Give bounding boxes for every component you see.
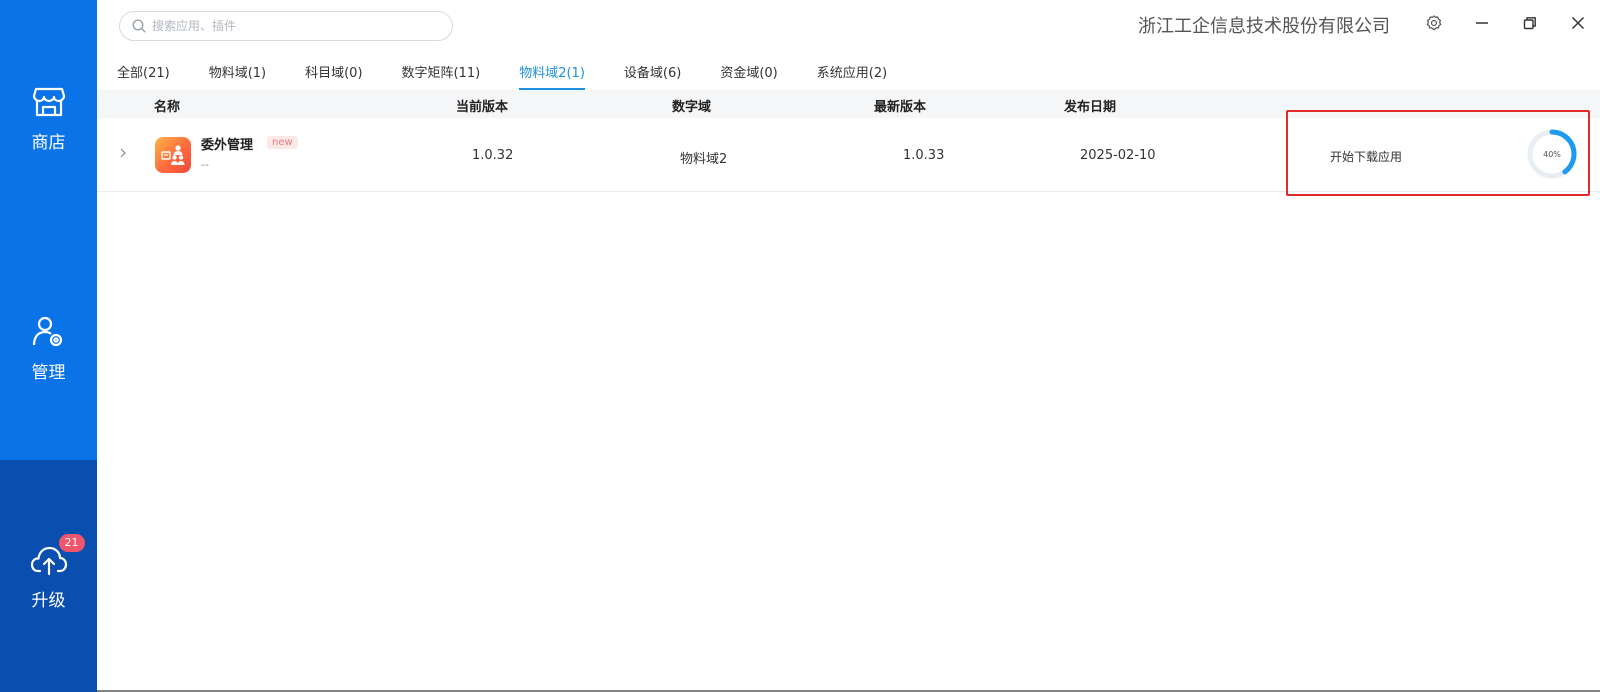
sidebar-item-label: 商店 (31, 133, 66, 153)
minimize-icon (1476, 22, 1488, 24)
sidebar-item-store[interactable]: 商店 (0, 82, 97, 153)
upgrade-count-badge: 21 (58, 534, 85, 552)
gear-icon (1426, 15, 1442, 31)
app-domain: 物料域2 (680, 152, 728, 167)
tab-digital-matrix[interactable]: 数字矩阵(11) (402, 62, 481, 90)
close-icon (1571, 16, 1585, 30)
current-version: 1.0.32 (472, 148, 514, 163)
new-badge: new (267, 136, 298, 149)
tab-system-apps[interactable]: 系统应用(2) (817, 62, 887, 90)
app-description: -- (201, 158, 209, 171)
close-button[interactable] (1566, 11, 1590, 35)
column-header-current-version: 当前版本 (456, 100, 509, 115)
column-header-name: 名称 (154, 100, 181, 115)
column-header-domain: 数字域 (672, 100, 712, 115)
sidebar: 商店 管理 21 升级 (0, 0, 97, 692)
column-header-release-date: 发布日期 (1064, 100, 1117, 115)
tab-subject-domain[interactable]: 科目域(0) (305, 62, 362, 90)
user-settings-icon (29, 312, 69, 352)
app-name: 委外管理 (201, 138, 254, 153)
settings-button[interactable] (1422, 11, 1446, 35)
store-icon (29, 82, 69, 122)
release-date: 2025-02-10 (1080, 148, 1156, 163)
download-status-text: 开始下载应用 (1330, 150, 1403, 164)
tab-material-domain[interactable]: 物料域(1) (209, 62, 266, 90)
search-input[interactable] (152, 19, 432, 33)
tab-material-domain-2[interactable]: 物料域2(1) (519, 62, 585, 90)
outsourcing-icon (161, 145, 185, 165)
tab-all[interactable]: 全部(21) (117, 62, 170, 90)
tab-funds-domain[interactable]: 资金域(0) (720, 62, 777, 90)
domain-tabs: 全部(21) 物料域(1) 科目域(0) 数字矩阵(11) 物料域2(1) 设备… (117, 62, 926, 90)
sidebar-item-upgrade[interactable]: 21 升级 (0, 534, 97, 611)
chevron-right-icon[interactable] (116, 146, 130, 160)
sidebar-item-label: 升级 (31, 591, 66, 611)
app-icon (155, 137, 191, 173)
restore-icon (1523, 17, 1536, 30)
latest-version: 1.0.33 (903, 148, 945, 163)
search-icon (132, 19, 146, 33)
column-header-latest-version: 最新版本 (874, 100, 927, 115)
sidebar-item-label: 管理 (31, 363, 66, 383)
download-progress-ring: 40% (1525, 127, 1579, 181)
minimize-button[interactable] (1470, 11, 1494, 35)
tab-equipment-domain[interactable]: 设备域(6) (624, 62, 681, 90)
company-name: 浙江工企信息技术股份有限公司 (1138, 16, 1390, 37)
download-progress-label: 40% (1543, 149, 1561, 159)
restore-button[interactable] (1518, 11, 1542, 35)
search-box (119, 11, 453, 41)
sidebar-item-manage[interactable]: 管理 (0, 312, 97, 383)
cloud-upload-icon: 21 (29, 534, 85, 580)
